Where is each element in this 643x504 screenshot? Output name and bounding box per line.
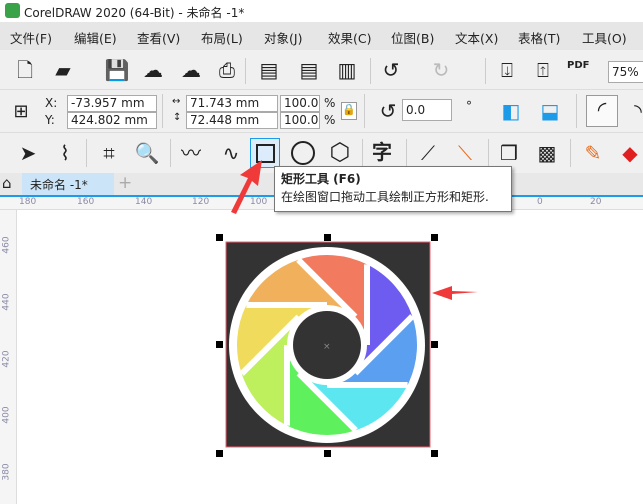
selection-handle[interactable] <box>324 450 331 457</box>
rectangle-tool-tooltip: 矩形工具 (F6) 在绘图窗口拖动工具绘制正方形和矩形. <box>274 166 512 212</box>
red-arrow-to-tool <box>231 160 262 214</box>
canvas-drawing[interactable]: × <box>0 0 643 504</box>
selection-handle[interactable] <box>431 450 438 457</box>
selection-handle[interactable] <box>216 341 223 348</box>
tooltip-title: 矩形工具 (F6) <box>281 172 361 186</box>
selection-handle[interactable] <box>216 450 223 457</box>
red-arrow-to-shape <box>432 286 478 300</box>
selection-handle[interactable] <box>216 234 223 241</box>
selection-handle[interactable] <box>431 341 438 348</box>
selection-handle[interactable] <box>324 234 331 241</box>
selection-handle[interactable] <box>431 234 438 241</box>
center-mark-icon: × <box>323 342 331 352</box>
tooltip-description: 在绘图窗口拖动工具绘制正方形和矩形. <box>281 190 489 204</box>
